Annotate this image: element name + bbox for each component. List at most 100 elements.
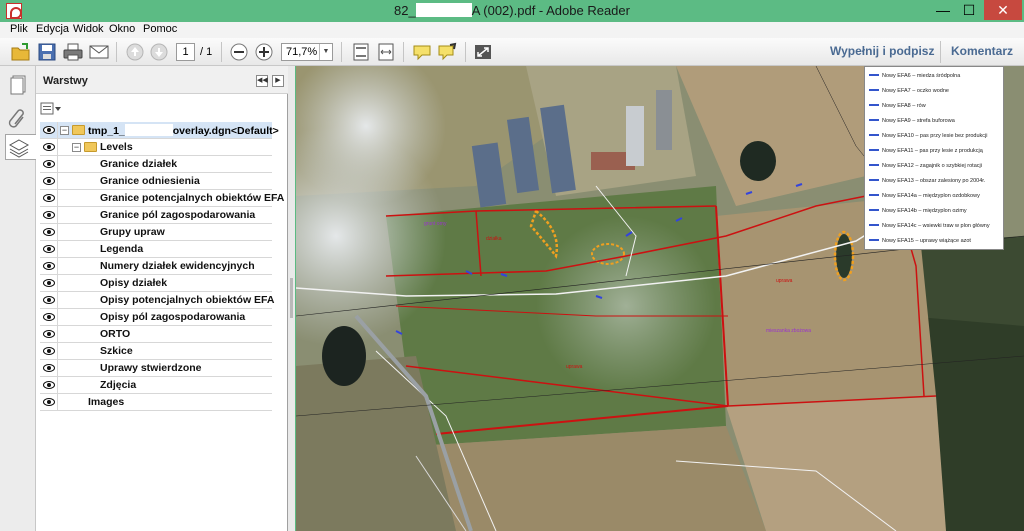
- maximize-button[interactable]: ☐: [956, 0, 982, 20]
- map-annotation: działka: [486, 236, 502, 242]
- layer-root[interactable]: − tmp_1_ overlay.dgn<Default>: [40, 122, 279, 139]
- layer-item[interactable]: Legenda: [40, 241, 272, 258]
- eye-icon[interactable]: [40, 292, 58, 308]
- eye-icon[interactable]: [40, 343, 58, 359]
- layer-item[interactable]: Opisy pól zagospodarowania: [40, 309, 272, 326]
- zoom-level-select[interactable]: 71,7% ▼: [281, 43, 333, 61]
- eye-icon[interactable]: [40, 139, 58, 155]
- legend-swatch: [869, 74, 879, 76]
- comment-button[interactable]: Komentarz: [951, 44, 1013, 58]
- menu-pomoc[interactable]: Pomoc: [143, 23, 177, 35]
- layer-item[interactable]: Granice działek: [40, 156, 272, 173]
- layer-item[interactable]: Grupy upraw: [40, 224, 272, 241]
- layer-item[interactable]: Granice pól zagospodarowania: [40, 207, 272, 224]
- panel-forward-icon[interactable]: ▶: [272, 75, 284, 87]
- layer-item[interactable]: ORTO: [40, 326, 272, 343]
- toolbar-separator: [116, 42, 117, 62]
- layers-icon[interactable]: [5, 134, 36, 160]
- layer-levels[interactable]: − Levels: [40, 139, 272, 156]
- layer-root-label: tmp_1_ overlay.dgn<Default>: [88, 124, 279, 137]
- eye-icon[interactable]: [40, 258, 58, 274]
- page-total: / 1: [200, 46, 213, 58]
- full-screen-icon[interactable]: [472, 42, 494, 62]
- layer-item[interactable]: Uprawy stwierdzone: [40, 360, 272, 377]
- fit-page-icon[interactable]: [350, 42, 372, 62]
- eye-icon[interactable]: [40, 326, 58, 342]
- map-annotation: grunt orny: [424, 221, 447, 227]
- options-icon[interactable]: [40, 102, 62, 116]
- legend-swatch: [869, 224, 879, 226]
- layer-item-label: Granice odniesienia: [100, 175, 200, 187]
- window-title: 82_ A (002).pdf - Adobe Reader: [0, 3, 1024, 18]
- legend-entry: Nowy EFA7 – oczko wodne: [869, 88, 949, 94]
- legend-label: Nowy EFA13 – obszar zalesiony po 2004r.: [882, 178, 986, 184]
- layer-item-label: Uprawy stwierdzone: [100, 362, 202, 374]
- eye-icon[interactable]: [40, 173, 58, 189]
- layer-item-label: Granice potencjalnych obiektów EFA: [100, 192, 285, 204]
- email-icon[interactable]: [88, 42, 110, 62]
- layers-panel-header: Warstwy ◀◀ ▶: [36, 66, 288, 94]
- map-annotation: uprawa: [776, 278, 793, 284]
- layer-levels-label: Levels: [100, 141, 133, 153]
- close-button[interactable]: ✕: [984, 0, 1022, 20]
- legend-entry: Nowy EFA6 – miedza śródpolna: [869, 73, 960, 79]
- eye-icon[interactable]: [40, 224, 58, 240]
- layer-item-label: Granice pól zagospodarowania: [100, 209, 256, 221]
- collapse-toggle[interactable]: −: [72, 143, 81, 152]
- legend-swatch: [869, 194, 879, 196]
- layer-item-label: Opisy pól zagospodarowania: [100, 311, 246, 323]
- open-icon[interactable]: [10, 42, 32, 62]
- eye-icon[interactable]: [40, 309, 58, 325]
- panel-splitter[interactable]: [288, 66, 295, 531]
- comment-icon[interactable]: [411, 42, 433, 62]
- eye-icon[interactable]: [40, 207, 58, 223]
- layer-item[interactable]: Opisy działek: [40, 275, 272, 292]
- layer-item[interactable]: Granice potencjalnych obiektów EFA: [40, 190, 284, 207]
- menu-edycja[interactable]: Edycja: [36, 23, 69, 35]
- layer-item[interactable]: Granice odniesienia: [40, 173, 272, 190]
- layer-item[interactable]: Szkice: [40, 343, 272, 360]
- map-legend: Nowy EFA6 – miedza śródpolna Nowy EFA7 –…: [864, 66, 1004, 250]
- eye-icon[interactable]: [40, 156, 58, 172]
- title-bar: 82_ A (002).pdf - Adobe Reader — ☐ ✕: [0, 0, 1024, 22]
- zoom-in-icon[interactable]: [253, 42, 275, 62]
- menu-okno[interactable]: Okno: [109, 23, 135, 35]
- print-icon[interactable]: [62, 42, 84, 62]
- eye-icon[interactable]: [40, 394, 58, 410]
- layer-item[interactable]: Numery działek ewidencyjnych: [40, 258, 272, 275]
- eye-icon[interactable]: [40, 377, 58, 393]
- chevron-down-icon[interactable]: ▼: [319, 44, 332, 60]
- highlight-icon[interactable]: [436, 42, 458, 62]
- page-number-input[interactable]: 1: [176, 43, 195, 61]
- save-icon[interactable]: [36, 42, 58, 62]
- zoom-out-icon[interactable]: [228, 42, 250, 62]
- collapse-toggle[interactable]: −: [60, 126, 69, 135]
- layer-item[interactable]: Opisy potencjalnych obiektów EFA: [40, 292, 274, 309]
- fit-width-icon[interactable]: [375, 42, 397, 62]
- minimize-button[interactable]: —: [930, 0, 956, 20]
- legend-entry: Nowy EFA13 – obszar zalesiony po 2004r.: [869, 178, 985, 184]
- eye-icon[interactable]: [40, 122, 58, 138]
- eye-icon[interactable]: [40, 275, 58, 291]
- fill-and-sign-button[interactable]: Wypełnij i podpisz: [830, 44, 934, 58]
- layer-item-label: Granice działek: [100, 158, 178, 170]
- toolbar-separator: [403, 42, 404, 62]
- legend-entry: Nowy EFA9 – strefa buforowa: [869, 118, 955, 124]
- layer-item[interactable]: Zdjęcia: [40, 377, 272, 394]
- next-page-icon[interactable]: [148, 42, 170, 62]
- navigation-rail: [0, 66, 36, 531]
- menu-widok[interactable]: Widok: [73, 23, 104, 35]
- collapse-panel-icon[interactable]: ◀◀: [256, 75, 268, 87]
- legend-entry: Nowy EFA11 – pas przy lesie z produkcją: [869, 148, 983, 154]
- zoom-value: 71,7%: [286, 46, 318, 58]
- attachments-icon[interactable]: [6, 104, 32, 130]
- eye-icon[interactable]: [40, 241, 58, 257]
- menu-plik[interactable]: Plik: [10, 23, 28, 35]
- legend-swatch: [869, 149, 879, 151]
- eye-icon[interactable]: [40, 360, 58, 376]
- document-view[interactable]: działka grunt orny uprawa uprawa mieszan…: [296, 66, 1024, 531]
- eye-icon[interactable]: [40, 190, 58, 206]
- pages-icon[interactable]: [6, 72, 32, 98]
- layer-images[interactable]: Images: [40, 394, 272, 411]
- previous-page-icon[interactable]: [124, 42, 146, 62]
